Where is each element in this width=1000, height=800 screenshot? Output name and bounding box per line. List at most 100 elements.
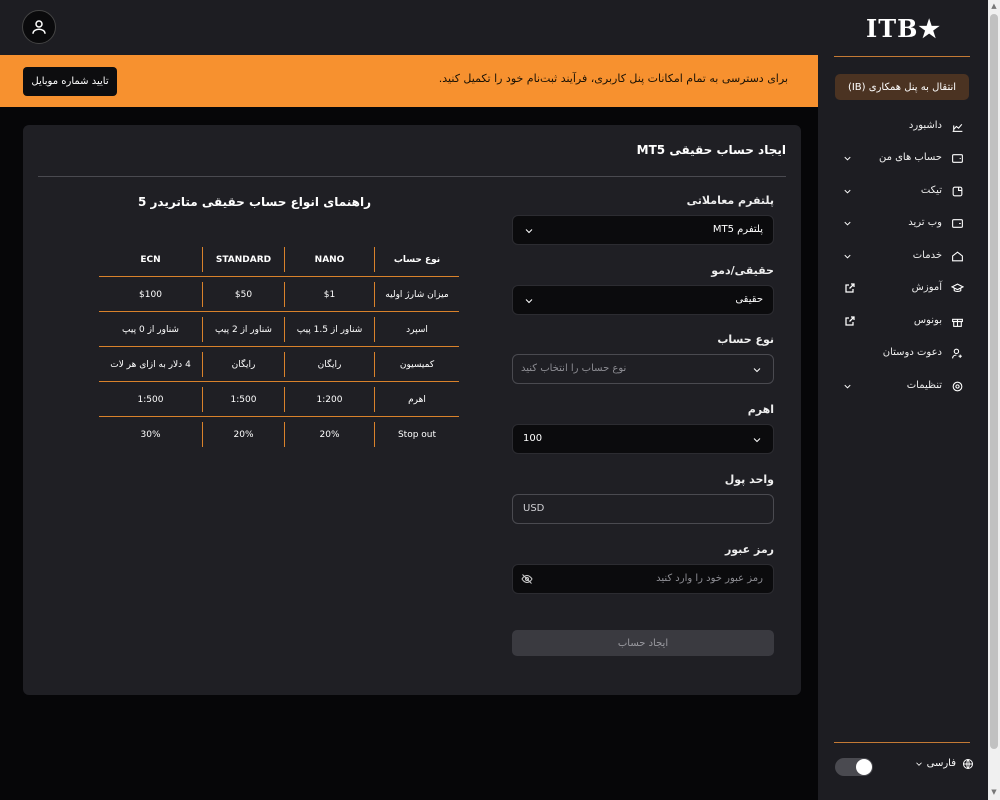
sidebar-item-label: وب ترید [908, 217, 942, 228]
sidebar-divider [834, 56, 970, 57]
sidebar-item-services[interactable]: خدمات [834, 246, 970, 268]
account-type-placeholder: نوع حساب را انتخاب کنید [521, 363, 627, 374]
platform-select[interactable]: پلتفرم MT5 [512, 215, 774, 245]
currency-field[interactable]: USD [512, 494, 774, 524]
password-label: رمز عبور [724, 543, 774, 556]
chevron-down-icon [914, 759, 924, 769]
graduation-icon [951, 282, 964, 295]
table-row: میزان شارژ اولیه $1 $50 $100 [99, 277, 459, 312]
platform-value: پلتفرم MT5 [712, 224, 763, 235]
table-cell: 1:500 [137, 394, 164, 405]
sidebar-item-label: داشبورد [908, 120, 942, 131]
sidebar-item-label: حساب های من [878, 152, 942, 163]
table-header-row: نوع حساب NANO STANDARD ECN [99, 242, 459, 277]
sidebar-item-webtrade[interactable]: وب ترید [834, 213, 970, 235]
registration-banner: تایید شماره موبایل برای دسترسی به تمام ا… [0, 55, 818, 107]
scroll-down-icon[interactable]: ▼ [990, 788, 998, 796]
sidebar-item-settings[interactable]: تنظیمات [834, 376, 970, 398]
brand-logo[interactable]: ITB★ [866, 14, 940, 44]
eye-off-icon[interactable] [521, 573, 533, 585]
sidebar-item-invite-friends[interactable]: دعوت دوستان [834, 343, 970, 365]
user-plus-icon [951, 347, 964, 360]
sidebar-item-dashboard[interactable]: داشبورد [834, 116, 970, 138]
table-cell: رایگان [284, 352, 374, 377]
verify-mobile-button[interactable]: تایید شماره موبایل [23, 67, 117, 96]
sidebar-item-education[interactable]: آموزش [834, 278, 970, 300]
page-scrollbar[interactable]: ▲ ▼ [988, 0, 1000, 800]
table-cell: 4 دلار به ازای هر لات [110, 359, 191, 370]
table-cell: شناور از 2 پیپ [202, 317, 284, 342]
chevron-down-icon [842, 153, 853, 164]
theme-toggle[interactable] [835, 758, 873, 776]
table-cell: کمیسیون [374, 352, 459, 377]
real-demo-value: حقیقی [735, 294, 763, 305]
platform-label: پلتفرم معاملاتی [686, 194, 774, 207]
table-cell: 1:500 [202, 387, 284, 412]
table-cell: 20% [284, 422, 374, 447]
chevron-down-icon [842, 381, 853, 392]
sidebar-item-my-accounts[interactable]: حساب های من [834, 148, 970, 170]
table-cell: میزان شارژ اولیه [374, 282, 459, 307]
sidebar-item-label: بونوس [913, 315, 942, 326]
sidebar-item-ticket[interactable]: تیکت [834, 181, 970, 203]
sidebar: ITB★ انتقال به پنل همکاری (IB) داشبورد ح… [818, 0, 988, 800]
header-cell: STANDARD [202, 247, 284, 272]
account-type-label: نوع حساب [717, 333, 774, 346]
table-cell: رایگان [202, 352, 284, 377]
header-cell: NANO [284, 247, 374, 272]
table-cell: شناور از 0 پیپ [122, 324, 179, 335]
ticket-icon [951, 185, 964, 198]
leverage-label: اهرم [747, 403, 774, 416]
password-placeholder: رمز عبور خود را وارد کنید [656, 573, 763, 584]
user-icon [32, 20, 46, 34]
sidebar-item-label: آموزش [911, 282, 942, 293]
toggle-knob [856, 759, 872, 775]
create-account-button[interactable]: ایجاد حساب [512, 630, 774, 656]
ib-panel-button[interactable]: انتقال به پنل همکاری (IB) [835, 74, 969, 100]
table-cell: 30% [140, 429, 161, 440]
sidebar-item-bonus[interactable]: بونوس [834, 311, 970, 333]
table-row: اهرم 1:200 1:500 1:500 [99, 382, 459, 417]
chevron-down-icon [523, 295, 535, 307]
table-cell: Stop out [374, 422, 459, 447]
table-row: Stop out 20% 20% 30% [99, 417, 459, 452]
chart-icon [951, 120, 964, 133]
chevron-down-icon [842, 218, 853, 229]
leverage-select[interactable]: 100 [512, 424, 774, 454]
gear-icon [951, 380, 964, 393]
account-type-select[interactable]: نوع حساب را انتخاب کنید [512, 354, 774, 384]
table-cell: اسپرد [374, 317, 459, 342]
table-cell: 1:200 [284, 387, 374, 412]
language-selector[interactable]: فارسی [914, 757, 974, 773]
card-divider [38, 176, 786, 177]
currency-value: USD [523, 503, 545, 514]
sidebar-item-label: دعوت دوستان [882, 347, 942, 358]
guide-title: راهنمای انواع حساب حقیقی متاتریدر 5 [137, 195, 371, 209]
password-field[interactable]: رمز عبور خود را وارد کنید [512, 564, 774, 594]
header-cell: نوع حساب [374, 247, 459, 272]
sidebar-item-label: تنظیمات [906, 380, 942, 391]
gift-icon [951, 315, 964, 328]
user-avatar-button[interactable] [22, 10, 56, 44]
table-cell: شناور از 1.5 پیپ [284, 317, 374, 342]
chevron-down-icon [842, 186, 853, 197]
chevron-down-icon [751, 434, 763, 446]
leverage-value: 100 [523, 433, 543, 444]
top-bar [0, 0, 818, 55]
chevron-down-icon [842, 251, 853, 262]
table-cell: اهرم [374, 387, 459, 412]
scrollbar-thumb[interactable] [990, 14, 998, 749]
table-cell: $1 [284, 282, 374, 307]
webtrade-icon [951, 217, 964, 230]
table-row: اسپرد شناور از 1.5 پیپ شناور از 2 پیپ شن… [99, 312, 459, 347]
table-row: کمیسیون رایگان رایگان 4 دلار به ازای هر … [99, 347, 459, 382]
account-types-table: نوع حساب NANO STANDARD ECN میزان شارژ او… [99, 242, 459, 452]
header-cell: ECN [140, 254, 161, 265]
table-cell: $100 [139, 289, 162, 300]
chevron-down-icon [751, 364, 763, 376]
external-link-icon [844, 315, 856, 327]
sidebar-bottom-divider [834, 742, 970, 743]
real-demo-select[interactable]: حقیقی [512, 285, 774, 315]
scroll-up-icon[interactable]: ▲ [990, 2, 998, 10]
sidebar-item-label: تیکت [920, 185, 942, 196]
